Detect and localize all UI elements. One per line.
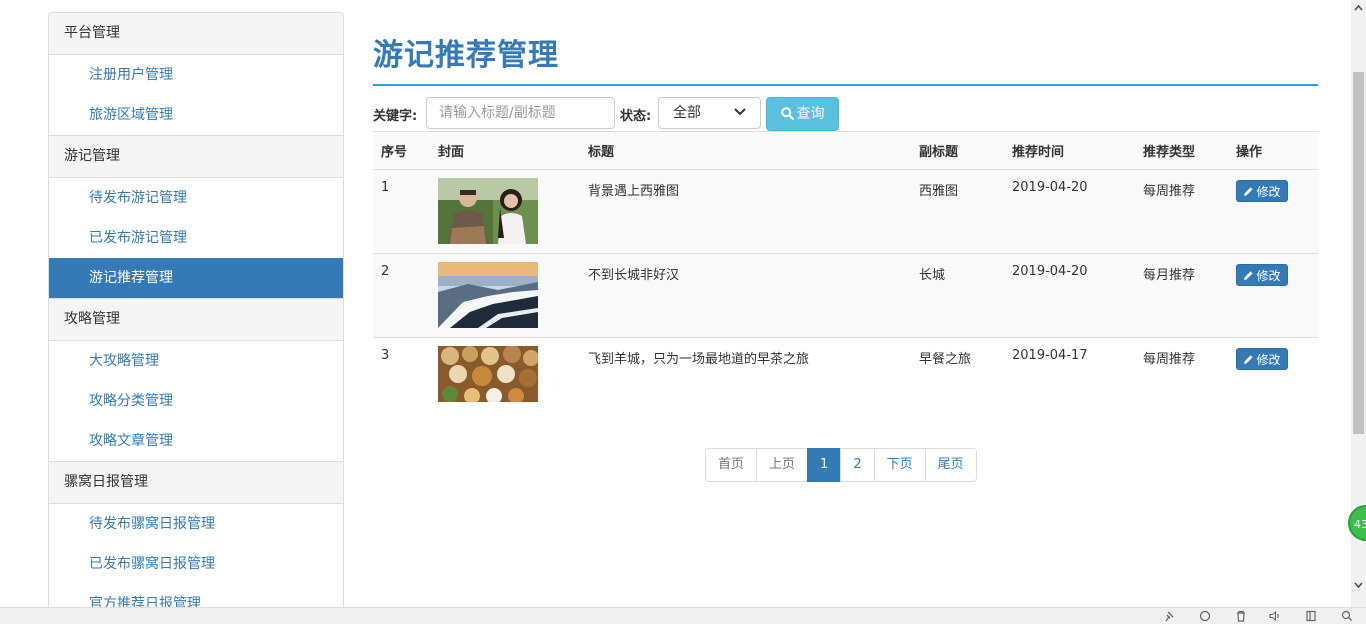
sidebar-item-pending-travelogues[interactable]: 待发布游记管理 — [49, 178, 343, 218]
cover-image-couple — [438, 178, 538, 244]
page-2[interactable]: 2 — [840, 448, 875, 482]
cell-type: 每月推荐 — [1135, 253, 1228, 338]
keyword-label: 关键字: — [373, 109, 418, 124]
cover-image-great-wall — [438, 262, 538, 328]
refresh-icon[interactable] — [1199, 610, 1211, 622]
trash-icon[interactable] — [1235, 610, 1247, 622]
pin-icon[interactable] — [1163, 610, 1175, 622]
table-header-row: 序号 封面 标题 副标题 推荐时间 推荐类型 操作 — [373, 131, 1318, 170]
cell-type: 每周推荐 — [1135, 169, 1228, 254]
sidebar-item-travelogue-recommend[interactable]: 游记推荐管理 — [49, 258, 343, 298]
window-icon[interactable] — [1305, 610, 1317, 622]
sidebar-group-platform[interactable]: 平台管理 — [49, 13, 343, 55]
sidebar-group-daily[interactable]: 骡窝日报管理 — [49, 461, 343, 504]
sidebar-item-registered-users[interactable]: 注册用户管理 — [49, 55, 343, 95]
page-next[interactable]: 下页 — [873, 448, 926, 482]
header-action: 操作 — [1228, 131, 1318, 170]
title-divider — [373, 84, 1318, 86]
sidebar-item-published-daily[interactable]: 已发布骡窝日报管理 — [49, 544, 343, 584]
speaker-icon[interactable] — [1269, 610, 1281, 622]
status-select[interactable]: 全部 — [658, 97, 761, 129]
sidebar-group-guides[interactable]: 攻略管理 — [49, 298, 343, 341]
cell-index: 3 — [373, 337, 430, 412]
cell-cover — [430, 169, 580, 254]
header-time: 推荐时间 — [1004, 131, 1135, 170]
page-title: 游记推荐管理 — [373, 38, 559, 73]
page-last[interactable]: 尾页 — [924, 448, 977, 482]
page-first[interactable]: 首页 — [705, 448, 758, 482]
edit-button-label: 修改 — [1256, 353, 1281, 367]
pencil-icon — [1244, 271, 1254, 280]
sidebar-nav: 平台管理 注册用户管理 旅游区域管理 游记管理 待发布游记管理 已发布游记管理 … — [48, 12, 344, 613]
edit-button[interactable]: 修改 — [1236, 264, 1288, 286]
search-icon — [780, 107, 794, 121]
cell-time: 2019-04-20 — [1004, 169, 1135, 254]
header-type: 推荐类型 — [1135, 131, 1228, 170]
sidebar-item-pending-daily[interactable]: 待发布骡窝日报管理 — [49, 504, 343, 544]
search-bar: 关键字: 状态: 全部 查询 — [373, 97, 1318, 131]
cell-action: 修改 — [1228, 337, 1318, 412]
status-select-value: 全部 — [673, 105, 701, 121]
recommend-table: 序号 封面 标题 副标题 推荐时间 推荐类型 操作 1 背景遇上西雅图 西雅图 … — [373, 131, 1318, 412]
header-index: 序号 — [373, 131, 430, 170]
keyword-input[interactable] — [426, 97, 615, 129]
sidebar-group-travelogues[interactable]: 游记管理 — [49, 135, 343, 178]
cell-time: 2019-04-17 — [1004, 337, 1135, 412]
cover-image-dim-sum — [438, 346, 538, 402]
cell-title: 背景遇上西雅图 — [580, 169, 911, 254]
cell-subtitle: 西雅图 — [911, 169, 1004, 254]
browser-status-bar — [0, 607, 1366, 624]
cell-subtitle: 早餐之旅 — [911, 337, 1004, 412]
cell-time: 2019-04-20 — [1004, 253, 1135, 338]
pencil-icon — [1244, 355, 1254, 364]
pagination: 首页 上页 1 2 下页 尾页 — [705, 448, 977, 482]
header-cover: 封面 — [430, 131, 580, 170]
search-button[interactable]: 查询 — [766, 97, 839, 131]
sidebar-item-guide-articles[interactable]: 攻略文章管理 — [49, 421, 343, 461]
sidebar-item-guide-categories[interactable]: 攻略分类管理 — [49, 381, 343, 421]
chevron-down-icon — [734, 108, 746, 116]
search-button-label: 查询 — [796, 106, 825, 122]
header-title: 标题 — [580, 131, 911, 170]
page-1[interactable]: 1 — [807, 448, 842, 482]
pencil-icon — [1244, 187, 1254, 196]
cell-index: 1 — [373, 169, 430, 254]
sidebar-item-published-travelogues[interactable]: 已发布游记管理 — [49, 218, 343, 258]
table-row: 3 飞到羊城，只为一场最地道的早茶之旅 早餐之旅 2019-04-17 每周推荐… — [373, 337, 1318, 412]
page-prev[interactable]: 上页 — [756, 448, 809, 482]
cell-subtitle: 长城 — [911, 253, 1004, 338]
edit-button-label: 修改 — [1256, 185, 1281, 199]
zoom-icon[interactable] — [1341, 610, 1353, 622]
cell-type: 每周推荐 — [1135, 337, 1228, 412]
edit-button[interactable]: 修改 — [1236, 180, 1288, 202]
table-row: 2 不到长城非好汉 长城 2019-04-20 每月推荐 修改 — [373, 253, 1318, 338]
scroll-down-icon[interactable] — [1354, 580, 1363, 589]
edit-button[interactable]: 修改 — [1236, 348, 1288, 370]
sidebar-item-big-guides[interactable]: 大攻略管理 — [49, 341, 343, 381]
cell-action: 修改 — [1228, 253, 1318, 338]
cell-cover — [430, 253, 580, 338]
table-row: 1 背景遇上西雅图 西雅图 2019-04-20 每周推荐 修改 — [373, 169, 1318, 254]
cell-title: 不到长城非好汉 — [580, 253, 911, 338]
sidebar-item-travel-regions[interactable]: 旅游区域管理 — [49, 95, 343, 135]
header-subtitle: 副标题 — [911, 131, 1004, 170]
cell-index: 2 — [373, 253, 430, 338]
edit-button-label: 修改 — [1256, 269, 1281, 283]
status-label: 状态: — [620, 109, 652, 124]
scrollbar-thumb[interactable] — [1353, 72, 1364, 434]
cell-title: 飞到羊城，只为一场最地道的早茶之旅 — [580, 337, 911, 412]
cell-cover — [430, 337, 580, 412]
scroll-up-icon[interactable] — [1354, 4, 1363, 13]
cell-action: 修改 — [1228, 169, 1318, 254]
